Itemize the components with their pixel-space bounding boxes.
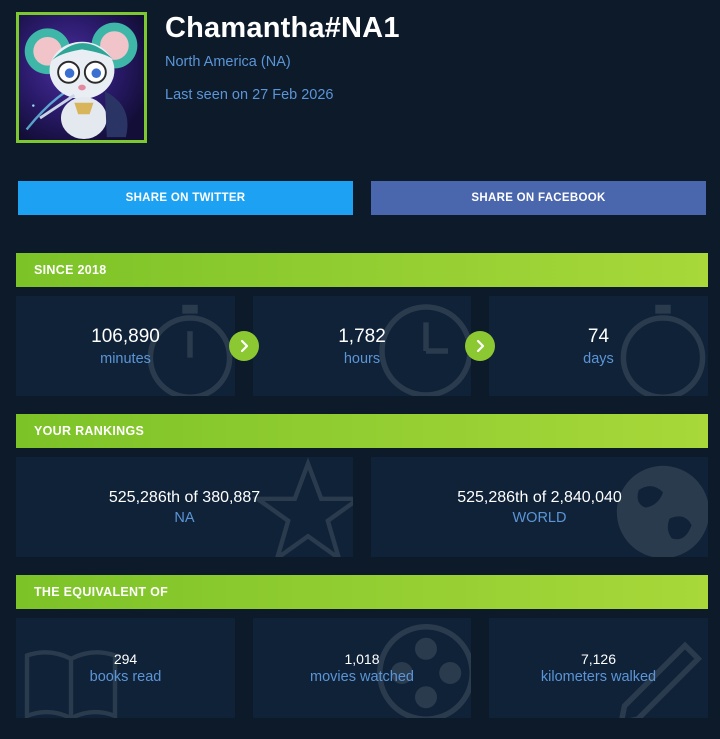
section-header-rankings: YOUR RANKINGS: [16, 414, 708, 448]
kilometers-value: 7,126: [580, 651, 617, 667]
books-value: 294: [113, 651, 138, 667]
ranking-world-label: WORLD: [512, 509, 567, 526]
ranking-card-world: 525,286th of 2,840,040 WORLD: [371, 457, 708, 557]
last-seen-label: Last seen on 27 Feb 2026: [165, 87, 334, 103]
equivalent-card-books: 294 books read: [16, 618, 235, 718]
books-label: books read: [89, 669, 162, 685]
days-label: days: [583, 350, 614, 367]
mouse-champion-icon: [24, 22, 138, 140]
stat-card-days: 74 days: [489, 296, 708, 396]
stat-card-hours: 1,782 hours: [253, 296, 471, 396]
stopwatch-icon: [620, 304, 706, 396]
film-reel-icon: [377, 624, 471, 718]
section-header-since: SINCE 2018: [16, 253, 708, 287]
globe-icon: [616, 465, 708, 557]
ranking-world-value: 525,286th of 2,840,040: [457, 488, 622, 506]
movies-value: 1,018: [344, 651, 380, 667]
stat-card-minutes: 106,890 minutes: [16, 296, 235, 396]
ranking-na-value: 525,286th of 380,887: [108, 488, 261, 506]
minutes-label: minutes: [100, 350, 151, 367]
section-header-equivalent: THE EQUIVALENT OF: [16, 575, 708, 609]
hours-label: hours: [343, 350, 381, 367]
equivalent-card-kilometers: 7,126 kilometers walked: [489, 618, 708, 718]
share-twitter-button[interactable]: SHARE ON TWITTER: [18, 181, 353, 215]
summoner-name: Chamantha#NA1: [165, 12, 400, 44]
hours-value: 1,782: [338, 325, 386, 347]
minutes-value: 106,890: [91, 325, 160, 347]
region-label: North America (NA): [165, 54, 291, 70]
ranking-card-na: 525,286th of 380,887 NA: [16, 457, 353, 557]
ranking-na-label: NA: [174, 509, 195, 526]
movies-label: movies watched: [310, 669, 414, 685]
profile-avatar: [16, 12, 147, 143]
clock-icon: [379, 304, 471, 396]
star-icon: [253, 457, 353, 557]
pencil-icon: [619, 641, 703, 718]
chevron-right-icon: [229, 331, 259, 361]
days-value: 74: [587, 325, 610, 347]
chevron-right-icon: [465, 331, 495, 361]
equivalent-card-movies: 1,018 movies watched: [253, 618, 471, 718]
share-facebook-button[interactable]: SHARE ON FACEBOOK: [371, 181, 706, 215]
kilometers-label: kilometers walked: [540, 669, 657, 685]
